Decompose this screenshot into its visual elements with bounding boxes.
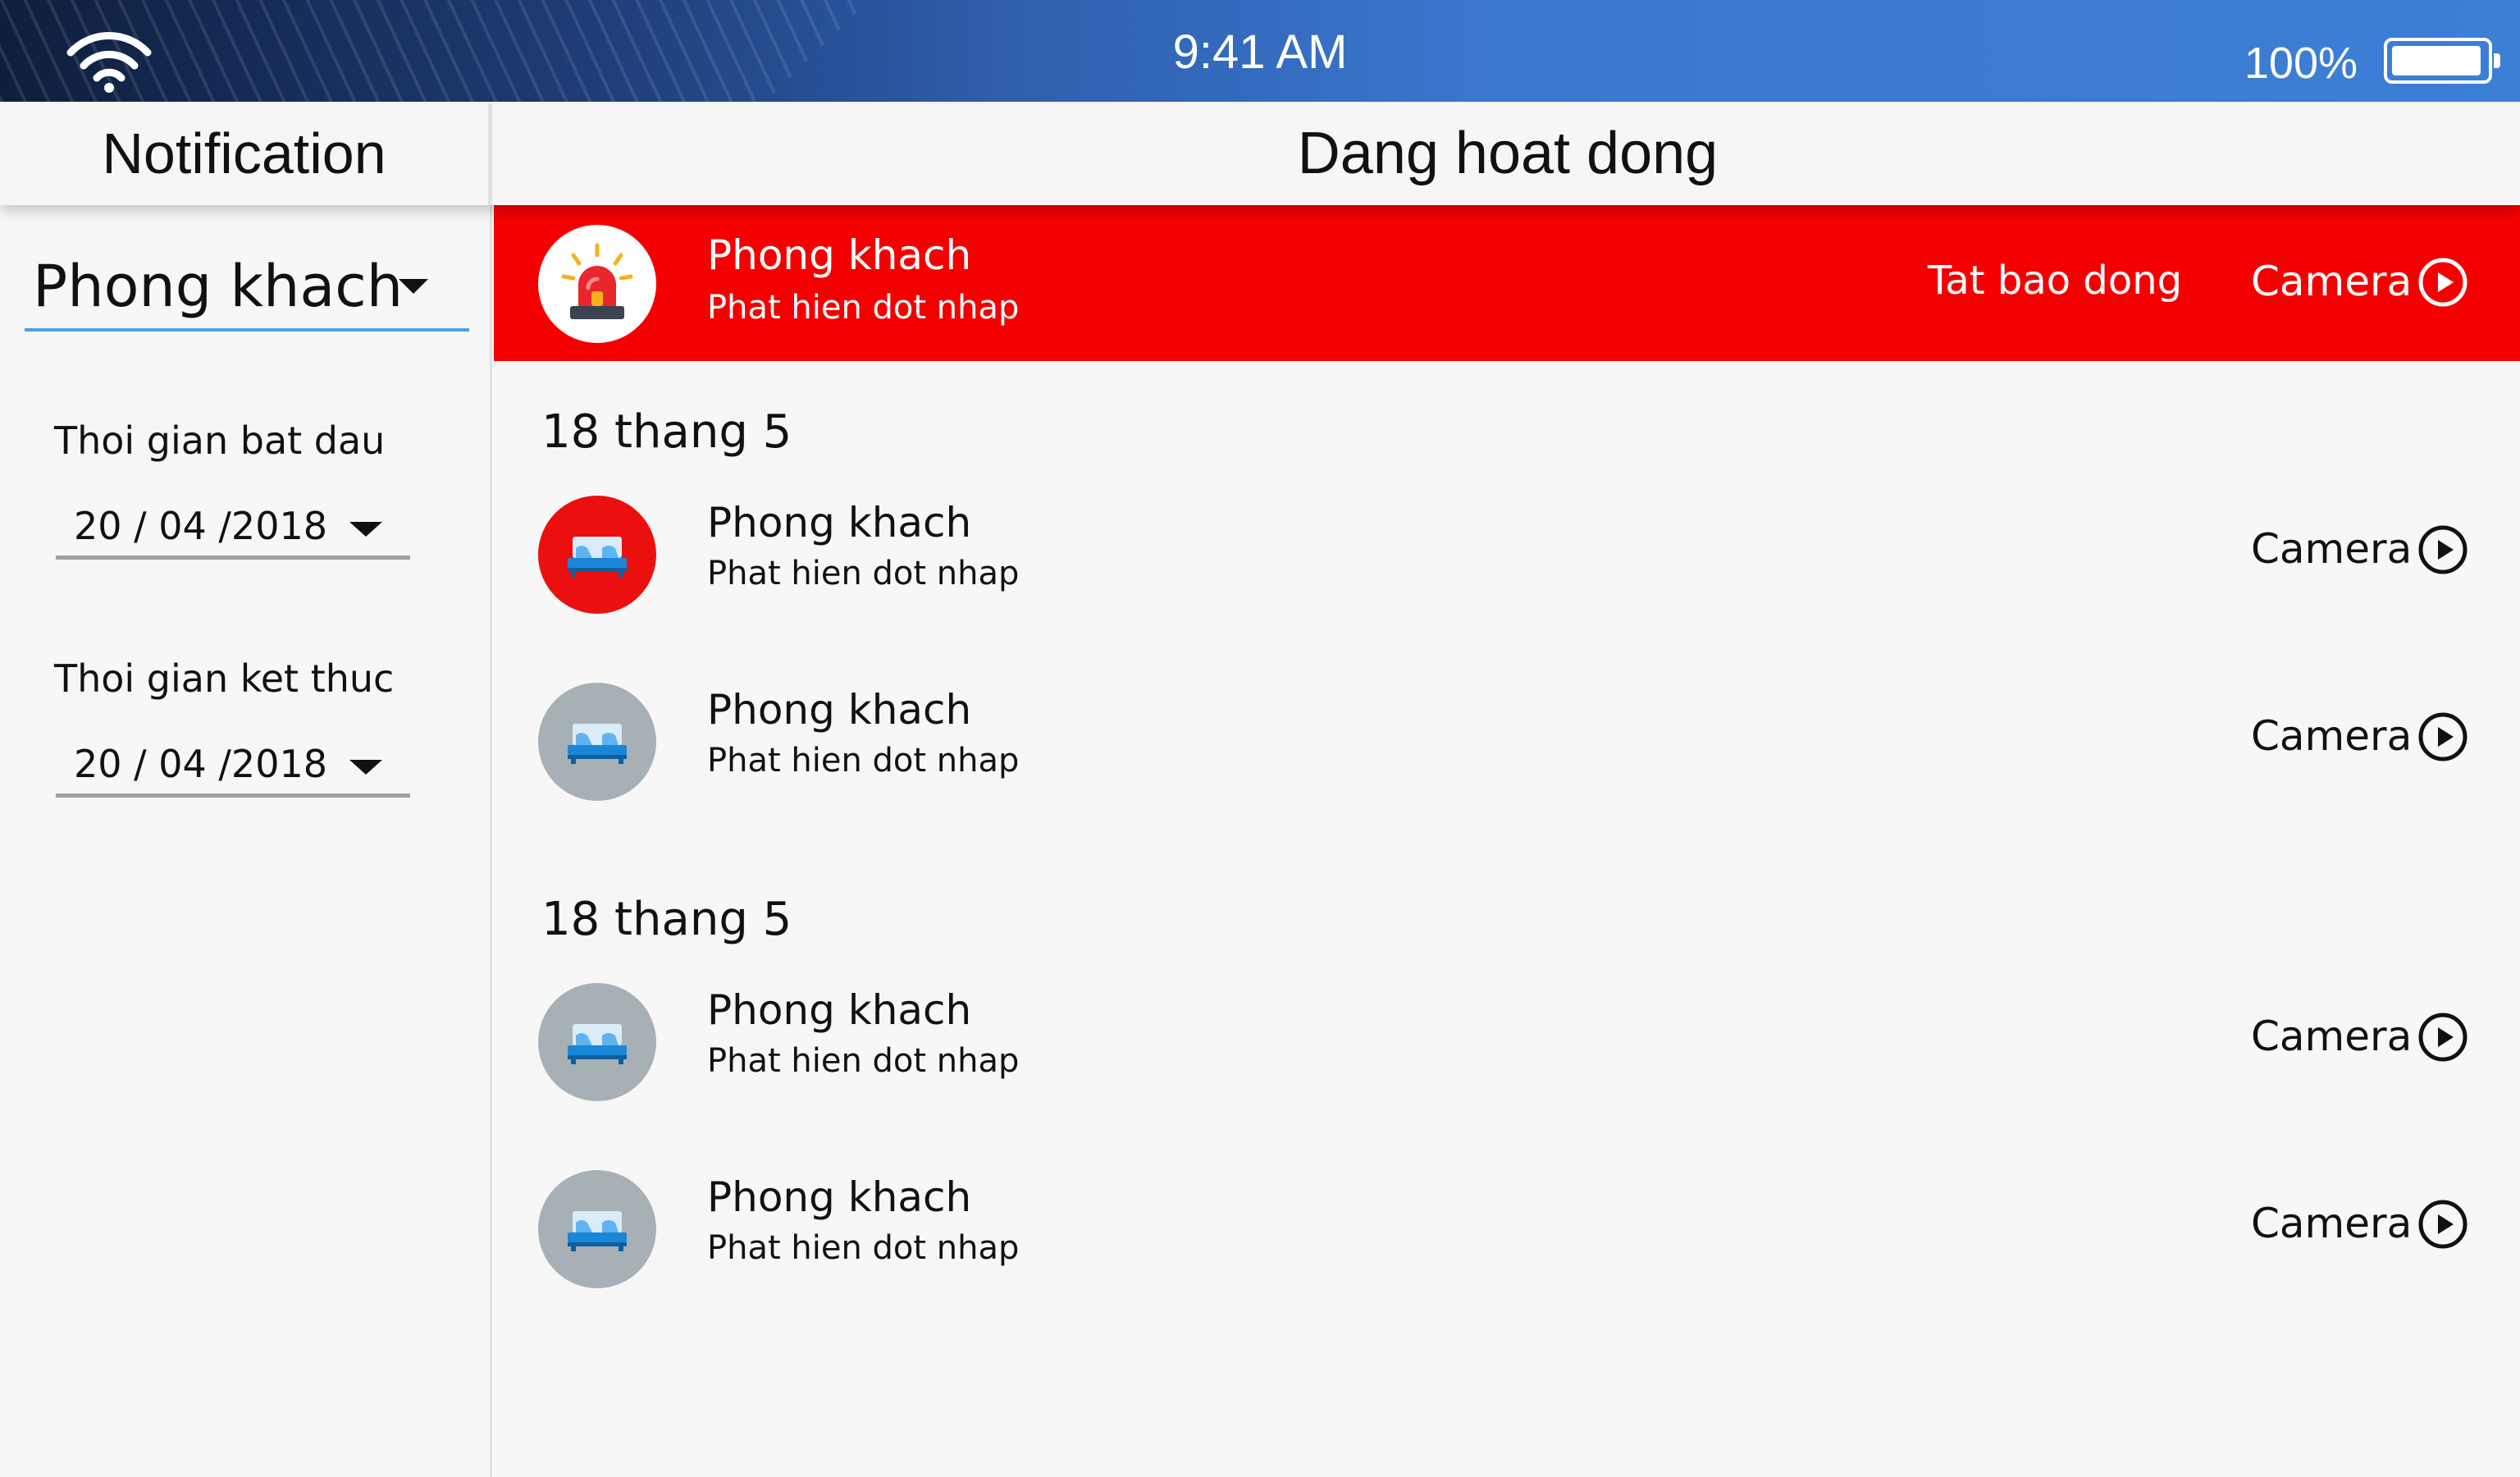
status-bar: 9:41 AM 100% [0,0,2520,102]
list-item-subtitle: Phat hien dot nhap [707,1042,1020,1080]
room-dropdown-value: Phong khach [33,253,404,320]
list-item-title: Phong khach [707,499,972,546]
camera-button[interactable]: Camera [2251,1013,2412,1060]
end-date-picker[interactable]: 20 / 04 /2018 [56,737,410,798]
room-avatar [538,683,656,801]
room-avatar [538,983,656,1101]
start-date-picker[interactable]: 20 / 04 /2018 [56,499,410,560]
active-alert-banner: Phong khach Phat hien dot nhap Tat bao d… [494,205,2520,361]
play-circle-icon[interactable] [2417,1011,2469,1063]
date-group-header: 18 thang 5 [541,893,792,946]
alert-avatar [538,225,656,343]
alert-camera-button[interactable]: Camera [2251,258,2412,305]
turn-off-alarm-button[interactable]: Tat bao dong [1928,258,2182,304]
alert-subtitle: Phat hien dot nhap [707,289,1020,327]
list-item[interactable]: Phong khach Phat hien dot nhap Camera [494,660,2520,824]
app-header: Notification Dang hoat dong [0,103,2520,205]
start-date-value: 20 / 04 /2018 [74,504,327,548]
battery-full-icon [2384,38,2500,84]
list-item[interactable]: Phong khach Phat hien dot nhap Camera [494,1147,2520,1311]
battery-percentage: 100% [2244,39,2358,88]
filter-sidebar: Phong khach Thoi gian bat dau 20 / 04 /2… [0,205,492,1477]
list-item[interactable]: Phong khach Phat hien dot nhap Camera [494,960,2520,1124]
status-time: 9:41 AM [1172,25,1348,79]
start-time-label: Thoi gian bat dau [54,418,386,463]
alert-title: Phong khach [707,231,972,279]
list-item-subtitle: Phat hien dot nhap [707,1229,1020,1267]
end-date-value: 20 / 04 /2018 [74,742,327,786]
room-avatar [538,1170,656,1288]
list-item-title: Phong khach [707,986,972,1034]
camera-button[interactable]: Camera [2251,525,2412,573]
chevron-down-icon [349,522,382,537]
list-item-subtitle: Phat hien dot nhap [707,742,1020,780]
play-circle-icon[interactable] [2417,256,2469,309]
end-time-label: Thoi gian ket thuc [54,656,395,701]
play-circle-icon[interactable] [2417,524,2469,576]
bed-icon [568,1024,627,1064]
sidebar-title: Notification [0,103,492,205]
camera-button[interactable]: Camera [2251,712,2412,760]
list-item-title: Phong khach [707,686,972,734]
room-dropdown[interactable]: Phong khach [25,241,469,332]
siren-icon [561,243,633,319]
bed-icon [568,537,627,577]
list-item-title: Phong khach [707,1173,972,1221]
date-group-header: 18 thang 5 [541,405,792,459]
list-item-subtitle: Phat hien dot nhap [707,555,1020,592]
page-title: Dang hoat dong [1297,121,1719,186]
camera-button[interactable]: Camera [2251,1200,2412,1247]
bed-icon [568,724,627,764]
list-item[interactable]: Phong khach Phat hien dot nhap Camera [494,473,2520,637]
bed-icon [568,1211,627,1251]
room-avatar [538,496,656,614]
play-circle-icon[interactable] [2417,1198,2469,1251]
chevron-down-icon [349,760,382,775]
play-circle-icon[interactable] [2417,711,2469,763]
chevron-down-icon [399,279,428,294]
notification-list: Phong khach Phat hien dot nhap Tat bao d… [494,205,2520,1477]
